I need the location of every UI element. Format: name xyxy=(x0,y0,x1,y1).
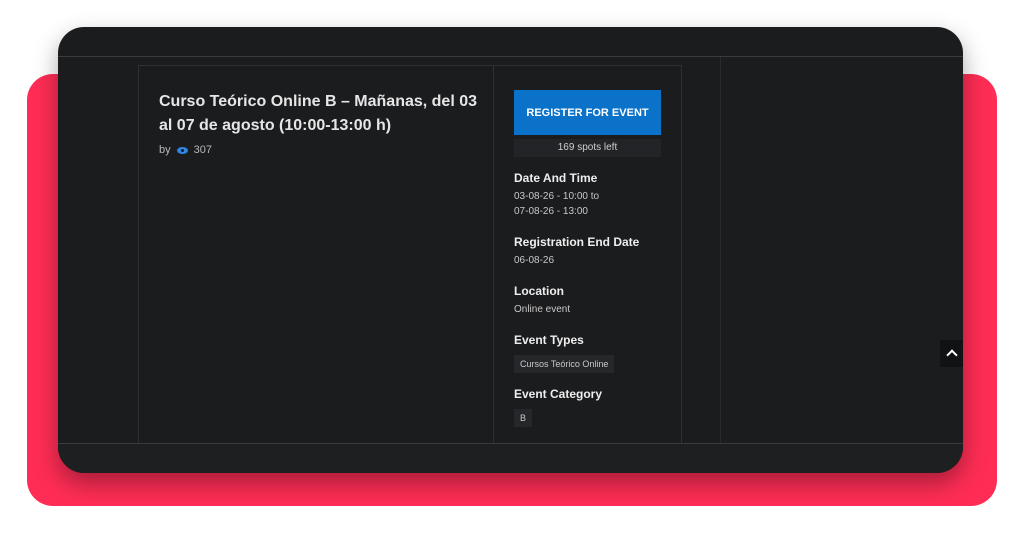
event-category-tag[interactable]: B xyxy=(514,409,533,427)
register-button[interactable]: REGISTER FOR EVENT xyxy=(514,90,661,135)
event-types-title: Event Types xyxy=(514,333,584,347)
scroll-to-top-button[interactable] xyxy=(940,340,963,367)
date-time-title: Date And Time xyxy=(514,171,598,185)
by-label: by xyxy=(159,144,171,156)
location-section: Location Online event xyxy=(514,284,661,317)
event-type-tag[interactable]: Cursos Teórico Online xyxy=(514,355,615,373)
event-content-panel: Curso Teórico Online B – Mañanas, del 03… xyxy=(138,65,682,444)
footer-area xyxy=(58,444,963,473)
event-types-section: Event Types Cursos Teórico Online xyxy=(514,333,661,373)
column-divider xyxy=(493,66,494,444)
eye-icon xyxy=(176,146,188,154)
chevron-up-icon xyxy=(945,349,958,361)
date-time-start: 03-08-26 - 10:00 to xyxy=(514,191,600,202)
location-title: Location xyxy=(514,284,564,298)
event-title: Curso Teórico Online B – Mañanas, del 03… xyxy=(159,93,478,134)
spots-left: 169 spots left xyxy=(514,139,661,157)
registration-end-title: Registration End Date xyxy=(514,235,640,249)
event-sidebar: REGISTER FOR EVENT 169 spots left Date A… xyxy=(514,90,661,427)
header-divider xyxy=(58,56,963,57)
byline: by 307 xyxy=(159,144,212,156)
registration-end-section: Registration End Date 06-08-26 xyxy=(514,235,661,268)
right-column-divider xyxy=(720,57,721,443)
browser-window: Curso Teórico Online B – Mañanas, del 03… xyxy=(58,27,963,473)
views-count: 307 xyxy=(193,144,212,156)
event-category-title: Event Category xyxy=(514,387,603,401)
registration-end-value: 06-08-26 xyxy=(514,255,555,266)
date-time-end: 07-08-26 - 13:00 xyxy=(514,206,588,217)
event-category-section: Event Category B xyxy=(514,387,661,427)
location-value: Online event xyxy=(514,304,571,315)
date-time-section: Date And Time 03-08-26 - 10:00 to 07-08-… xyxy=(514,171,661,219)
